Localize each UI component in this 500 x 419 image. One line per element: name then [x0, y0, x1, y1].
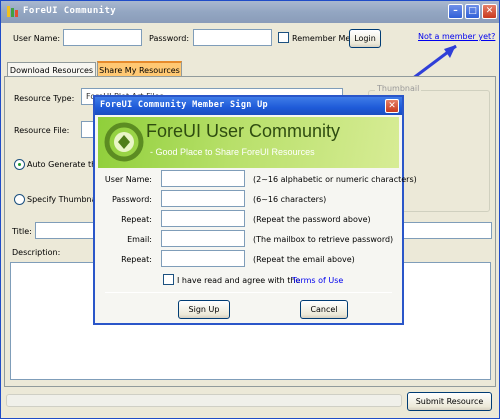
password-input[interactable]: [193, 29, 272, 46]
resource-file-label: Resource File:: [14, 126, 70, 135]
signup-username-label: User Name:: [104, 175, 152, 184]
signup-repeat-password-hint: (Repeat the password above): [253, 215, 371, 224]
thumbnail-group-label: Thumbnail: [375, 84, 422, 93]
signup-password-input[interactable]: [161, 190, 245, 207]
close-icon[interactable]: ✕: [385, 99, 399, 113]
window-title: ForeUI Community: [23, 6, 117, 16]
banner-title: ForeUI User Community: [146, 121, 341, 141]
signup-repeat-password-input[interactable]: [161, 210, 245, 227]
specify-thumbnail-label: Specify Thumbnail: [27, 195, 101, 204]
password-label: Password:: [149, 34, 190, 43]
auto-generate-radio[interactable]: [14, 159, 25, 170]
remember-me-checkbox[interactable]: [278, 32, 289, 43]
submit-resource-button[interactable]: Submit Resource: [407, 392, 492, 411]
signup-password-label: Password:: [111, 195, 152, 204]
username-label: User Name:: [13, 34, 61, 43]
resource-type-label: Resource Type:: [14, 94, 75, 103]
dialog-separator: [105, 292, 392, 293]
signup-repeat-email-label: Repeat:: [121, 255, 152, 264]
dialog-title: ForeUI Community Member Sign Up: [100, 100, 268, 110]
signup-password-hint: (6~16 characters): [253, 195, 327, 204]
remember-me-label: Remember Me: [292, 34, 351, 43]
signup-email-label: Email:: [127, 235, 152, 244]
login-button[interactable]: Login: [349, 29, 381, 48]
signup-repeat-password-label: Repeat:: [121, 215, 152, 224]
foreui-logo-icon: [104, 122, 144, 162]
agree-terms-label: I have read and agree with the: [177, 276, 301, 285]
auto-generate-label: Auto Generate the: [27, 160, 102, 169]
minimize-icon[interactable]: –: [448, 4, 463, 19]
agree-terms-checkbox[interactable]: [163, 274, 174, 285]
description-label: Description:: [12, 248, 61, 257]
palette-icon: [7, 6, 18, 17]
banner-subtitle: - Good Place to Share ForeUI Resources: [150, 147, 315, 157]
signup-repeat-email-input[interactable]: [161, 250, 245, 267]
tab-share-my-resources[interactable]: Share My Resources: [97, 61, 182, 77]
signup-link[interactable]: Not a member yet?: [418, 32, 495, 41]
signup-username-input[interactable]: [161, 170, 245, 187]
close-icon[interactable]: ✕: [482, 4, 497, 19]
username-input[interactable]: [63, 29, 142, 46]
signup-button[interactable]: Sign Up: [178, 300, 230, 319]
signup-dialog: ForeUI Community Member Sign Up ✕ ForeUI…: [93, 95, 417, 325]
cancel-button[interactable]: Cancel: [300, 300, 348, 319]
community-banner: ForeUI User Community - Good Place to Sh…: [98, 117, 399, 168]
signup-email-input[interactable]: [161, 230, 245, 247]
signup-username-hint: (2~16 alphabetic or numeric characters): [253, 175, 417, 184]
specify-thumbnail-radio[interactable]: [14, 194, 25, 205]
title-label: Title:: [12, 227, 32, 236]
progress-bar: [6, 394, 402, 407]
signup-repeat-email-hint: (Repeat the email above): [253, 255, 355, 264]
signup-email-hint: (The mailbox to retrieve password): [253, 235, 394, 244]
title-bar[interactable]: ForeUI Community – □ ✕: [1, 1, 499, 23]
terms-of-use-link[interactable]: Terms of Use: [292, 276, 343, 285]
maximize-icon[interactable]: □: [465, 4, 480, 19]
dialog-title-bar[interactable]: ForeUI Community Member Sign Up ✕: [95, 97, 402, 115]
